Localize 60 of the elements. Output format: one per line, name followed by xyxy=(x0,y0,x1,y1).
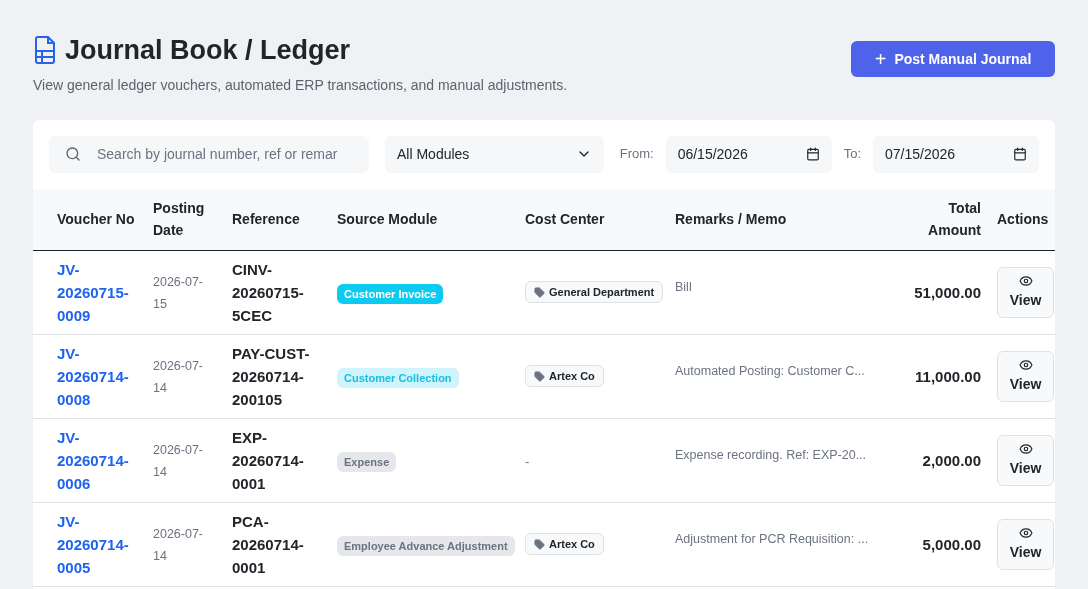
reference-text: CINV-20260715-5CEC xyxy=(232,260,305,326)
source-module-badge: Expense xyxy=(337,451,397,472)
column-header: Actions xyxy=(997,210,1049,230)
remarks-text: Adjustment for PCR Requisition: ... xyxy=(675,531,870,549)
view-button[interactable]: View xyxy=(997,351,1054,402)
column-header: Remarks / Memo xyxy=(675,210,787,230)
search-icon xyxy=(65,145,81,162)
from-date-field[interactable]: 06/15/2026 xyxy=(665,135,832,173)
column-header: Source Module xyxy=(337,210,438,230)
page-title: Journal Book / Ledger xyxy=(65,34,351,67)
eye-icon xyxy=(1018,442,1033,456)
view-button[interactable]: View xyxy=(997,435,1054,486)
eye-icon xyxy=(1018,526,1033,540)
calendar-icon xyxy=(805,147,820,161)
module-select[interactable]: All Modules xyxy=(385,135,604,173)
search-field[interactable]: Search by journal number, ref or remar xyxy=(49,135,369,173)
empty-value: - xyxy=(525,453,530,469)
remarks-text: Automated Posting: Customer C... xyxy=(675,363,866,381)
remarks-text: Expense recording. Ref: EXP-20... xyxy=(675,447,868,465)
posting-date: 2026-07-14 xyxy=(153,525,205,565)
posting-date: 2026-07-15 xyxy=(153,273,205,313)
source-module-badge: Customer Invoice xyxy=(337,283,444,304)
cost-center-tag: Artex Co xyxy=(525,364,604,388)
voucher-link[interactable]: JV-20260714-0008 xyxy=(57,342,141,411)
voucher-link[interactable]: JV-20260714-0006 xyxy=(57,426,141,495)
document-icon xyxy=(33,36,57,65)
column-header: Cost Center xyxy=(525,210,605,230)
to-date-field[interactable]: 07/15/2026 xyxy=(873,135,1039,173)
column-header: Posting Date xyxy=(153,198,206,240)
from-label: From: xyxy=(619,145,654,164)
total-amount: 11,000.00 xyxy=(915,367,981,385)
view-button[interactable]: View xyxy=(997,267,1054,318)
to-label: To: xyxy=(843,145,861,164)
tag-icon xyxy=(534,370,545,382)
view-button[interactable]: View xyxy=(997,519,1054,570)
tag-icon xyxy=(534,286,545,298)
total-amount: 51,000.00 xyxy=(914,283,981,301)
remarks-text: Bill xyxy=(675,279,693,297)
total-amount: 5,000.00 xyxy=(922,535,981,553)
post-manual-journal-button[interactable]: + Post Manual Journal xyxy=(851,41,1055,77)
page-subtitle: View general ledger vouchers, automated ERP transactions, and manual adjustments. xyxy=(33,75,568,95)
reference-text: EXP-20260714-0001 xyxy=(232,428,305,494)
reference-text: PAY-CUST-20260714-200105 xyxy=(232,344,311,410)
tag-icon xyxy=(534,538,545,550)
column-header: Voucher No xyxy=(57,210,135,230)
cost-center-tag: Artex Co xyxy=(525,532,604,556)
eye-icon xyxy=(1018,274,1033,288)
total-amount: 2,000.00 xyxy=(922,451,981,469)
source-module-badge: Employee Advance Adjustment xyxy=(337,535,515,556)
column-header: Reference xyxy=(232,210,300,230)
source-module-badge: Customer Collection xyxy=(337,367,459,388)
calendar-icon xyxy=(1013,147,1027,161)
cost-center-tag: General Department xyxy=(525,280,664,304)
reference-text: PCA-20260714-0001 xyxy=(232,512,305,578)
voucher-link[interactable]: JV-20260714-0005 xyxy=(57,510,141,579)
column-header: Total Amount xyxy=(927,198,981,240)
posting-date: 2026-07-14 xyxy=(153,441,205,481)
voucher-link[interactable]: JV-20260715-0009 xyxy=(57,258,141,327)
eye-icon xyxy=(1018,358,1033,372)
posting-date: 2026-07-14 xyxy=(153,357,205,397)
